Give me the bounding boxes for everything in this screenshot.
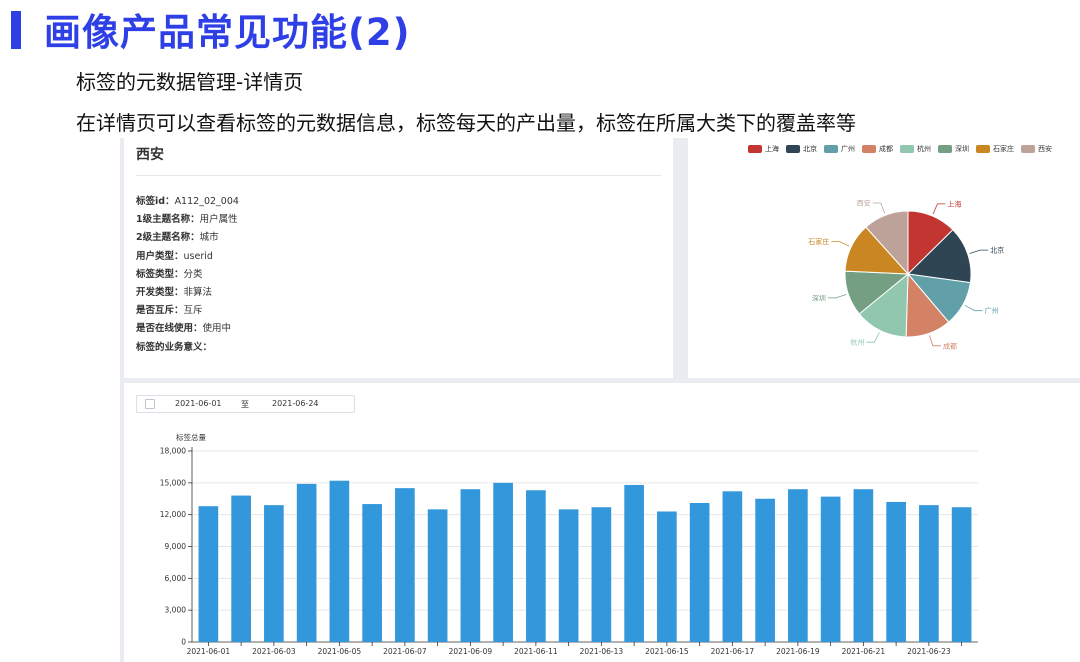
bar[interactable] (853, 489, 874, 642)
field-online-usage: 是否在线使用：使用中 (136, 323, 232, 335)
bar[interactable] (231, 495, 251, 642)
x-tick-label: 2021-06-23 (907, 647, 951, 656)
field-dev-type: 开发类型：非算法 (136, 286, 213, 298)
bar[interactable] (624, 484, 644, 642)
x-tick-label: 2021-06-21 (842, 647, 886, 656)
x-tick-label: 2021-06-13 (580, 647, 624, 656)
bar[interactable] (820, 496, 841, 642)
bar[interactable] (722, 491, 743, 642)
x-tick-label: 2021-06-03 (252, 647, 296, 656)
coverage-pie-card: 上海北京广州成都 杭州 深圳 石家庄 西安 上海北京广州成都 杭州 深圳 石家庄 西安 (688, 138, 1080, 378)
bar[interactable] (526, 490, 546, 642)
bar[interactable] (657, 511, 677, 642)
pie-label-line (866, 332, 880, 343)
pie-label-line (872, 202, 886, 214)
divider (136, 175, 661, 176)
daily-tag-total-bar-chart: 标签总量 0 3,000 6,000 9,000 12,000 15,000 18,000 20… (160, 432, 978, 656)
bar[interactable] (755, 498, 775, 642)
bar[interactable] (591, 507, 612, 642)
y-tick-label: 12,000 (160, 510, 186, 519)
y-axis-label: 标签总量 (176, 432, 206, 442)
bar[interactable] (493, 482, 513, 642)
bar[interactable] (689, 502, 710, 642)
pie-slice-label: 上海 (947, 199, 961, 208)
x-tick-label: 2021-06-09 (449, 647, 493, 656)
pie-slice-label: 广州 (985, 306, 999, 315)
pie-slice-label: 成都 (943, 341, 957, 350)
bar[interactable] (362, 504, 382, 642)
pie-label-line (969, 249, 989, 254)
x-tick-label: 2021-06-07 (383, 647, 427, 656)
bar[interactable] (886, 501, 906, 642)
pie-slice-label: 深圳 (812, 293, 826, 302)
y-tick-label: 9,000 (165, 542, 187, 551)
bar[interactable] (951, 507, 972, 642)
pie-slice-label: 西安 (857, 199, 871, 208)
x-tick-label: 2021-06-05 (318, 647, 362, 656)
bar[interactable] (919, 505, 939, 642)
pie-label-line (831, 241, 850, 247)
field-mutually-exclusive: 是否互斥：互斥 (136, 305, 203, 317)
y-tick-label: 6,000 (165, 574, 187, 583)
tag-name-heading: 西安 (136, 147, 164, 163)
y-tick-label: 18,000 (160, 447, 186, 456)
subtitle-line-2: 在详情页可以查看标签的元数据信息，标签每天的产出量，标签在所属大类下的覆盖率等 (76, 111, 856, 135)
pie-slice-label: 杭州 (850, 338, 864, 347)
y-tick-label: 15,000 (160, 478, 186, 487)
pie-label-line (964, 304, 983, 312)
field-level1-topic: 1级主题名称：用户属性 (136, 214, 238, 226)
slide-title: 画像产品常见功能(2) (44, 11, 411, 54)
bar[interactable] (198, 506, 219, 642)
bar[interactable] (788, 489, 808, 642)
x-tick-label: 2021-06-15 (645, 647, 689, 656)
city-pie-chart: 上海北京广州成都 杭州 深圳 石家庄 西安 (808, 199, 1004, 351)
daily-output-card: 2021-06-01 至 2021-06-24 标签总量 0 3,000 6,000 9… (124, 383, 1080, 662)
pie-label-line (827, 294, 847, 299)
y-tick-label: 3,000 (165, 606, 187, 615)
x-tick-label: 2021-06-01 (187, 647, 231, 656)
pie-label-line (932, 203, 946, 215)
tag-detail-card: 西安 标签id：A112_02_004 1级主题名称：用户属性 2级主题名称：城… (124, 138, 673, 378)
bar[interactable] (427, 509, 448, 642)
bar[interactable] (296, 483, 317, 642)
bar[interactable] (558, 509, 579, 642)
field-user-type: 用户类型：userid (136, 250, 213, 262)
bar[interactable] (460, 489, 481, 642)
title-accent-bar (11, 11, 21, 49)
y-tick-label: 0 (181, 638, 186, 647)
field-level2-topic: 2级主题名称：城市 (136, 232, 219, 244)
pie-label-line (929, 335, 941, 347)
pie-slice-label: 北京 (990, 246, 1004, 255)
pie-slice-label: 石家庄 (808, 237, 829, 246)
field-tag-id: 标签id：A112_02_004 (136, 196, 239, 207)
bar[interactable] (395, 488, 415, 642)
tag-metadata-list: 标签id：A112_02_004 1级主题名称：用户属性 2级主题名称：城市 用… (136, 193, 239, 357)
bar[interactable] (329, 480, 350, 642)
subtitle-line-1: 标签的元数据管理-详情页 (76, 70, 304, 94)
field-business-meaning: 标签的业务意义： (136, 341, 213, 353)
bar[interactable] (264, 505, 284, 642)
x-tick-label: 2021-06-11 (514, 647, 558, 656)
field-tag-type: 标签类型：分类 (136, 268, 203, 280)
x-tick-label: 2021-06-17 (711, 647, 755, 656)
x-tick-label: 2021-06-19 (776, 647, 820, 656)
